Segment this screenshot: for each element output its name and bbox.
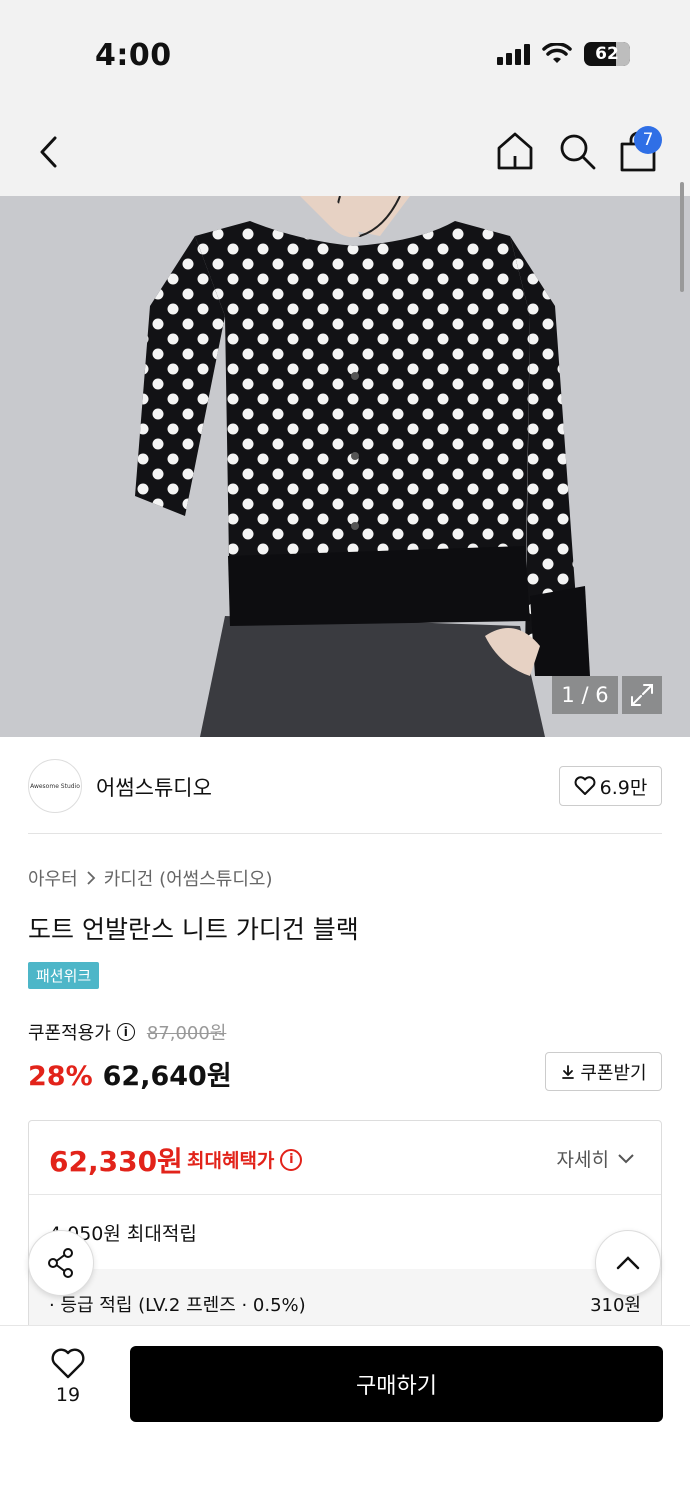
info-icon[interactable]: i bbox=[280, 1148, 303, 1171]
grade-points-label: · 등급 적립 (LV.2 프렌즈 · 0.5%) bbox=[49, 1295, 306, 1316]
back-arrow-icon[interactable] bbox=[30, 132, 70, 172]
divider bbox=[28, 833, 662, 834]
nav-bar bbox=[0, 110, 690, 196]
original-price: 87,000원 bbox=[146, 1023, 227, 1044]
details-label: 자세히 bbox=[556, 1149, 609, 1171]
expand-icon bbox=[631, 684, 653, 706]
status-icons: 62 bbox=[497, 42, 630, 66]
max-benefit-label-text: 최대혜택가 bbox=[187, 1150, 275, 1172]
signal-icon bbox=[497, 43, 530, 65]
status-time: 4:00 bbox=[95, 38, 172, 73]
buy-button[interactable]: 구매하기 bbox=[130, 1346, 663, 1422]
brand-like-count: 6.9만 bbox=[599, 776, 648, 799]
share-icon bbox=[48, 1248, 73, 1278]
brand-logo[interactable]: Awesome Studio bbox=[28, 759, 82, 813]
info-icon[interactable]: i bbox=[116, 1023, 135, 1041]
product-like-count: 19 bbox=[55, 1384, 81, 1406]
max-benefit-label: 최대혜택가 i bbox=[187, 1146, 303, 1173]
page-scrollbar[interactable] bbox=[680, 182, 684, 292]
home-icon[interactable] bbox=[494, 130, 536, 172]
max-benefit-price: 62,330원 bbox=[49, 1145, 183, 1178]
brand-row[interactable]: Awesome Studio 어썸스튜디오 6.9만 bbox=[0, 737, 690, 833]
chevron-right-icon bbox=[87, 871, 95, 885]
sale-price: 62,640원 bbox=[102, 1061, 232, 1092]
battery-level: 62 bbox=[595, 44, 619, 64]
grade-points-row: · 등급 적립 (LV.2 프렌즈 · 0.5%) 310원 bbox=[29, 1269, 661, 1329]
discount-rate: 28% bbox=[28, 1061, 93, 1092]
status-bar: 4:00 62 bbox=[0, 0, 690, 110]
download-icon bbox=[562, 1064, 575, 1079]
coupon-label-text: 쿠폰적용가 bbox=[28, 1023, 111, 1044]
brand-logo-text: Awesome Studio bbox=[30, 782, 80, 790]
cart-count-badge: 7 bbox=[634, 126, 662, 154]
heart-outline-icon bbox=[51, 1348, 85, 1379]
coupon-price-label: 쿠폰적용가 i 87,000원 bbox=[28, 1019, 226, 1045]
chevron-down-icon bbox=[618, 1153, 634, 1163]
search-icon[interactable] bbox=[556, 130, 598, 172]
breadcrumb-category[interactable]: 아우터 bbox=[28, 865, 78, 891]
expand-image-button[interactable] bbox=[622, 676, 662, 714]
benefit-box: 62,330원 최대혜택가 i 자세히 4,050원 최대적립 · 등급 적립 … bbox=[28, 1120, 662, 1340]
get-coupon-button[interactable]: 쿠폰받기 bbox=[545, 1052, 662, 1091]
product-image[interactable] bbox=[0, 196, 690, 737]
wifi-icon bbox=[542, 43, 572, 63]
chevron-up-icon bbox=[616, 1256, 640, 1270]
event-tag: 패션위크 bbox=[28, 962, 100, 989]
get-coupon-label: 쿠폰받기 bbox=[580, 1062, 647, 1084]
product-photo bbox=[0, 196, 690, 737]
product-title: 도트 언발란스 니트 가디건 블랙 bbox=[28, 915, 359, 944]
max-benefit-row[interactable]: 62,330원 최대혜택가 i 자세히 bbox=[29, 1121, 661, 1195]
share-button[interactable] bbox=[28, 1230, 94, 1296]
brand-like-button[interactable]: 6.9만 bbox=[559, 766, 662, 806]
battery-icon: 62 bbox=[584, 42, 630, 66]
scroll-top-button[interactable] bbox=[595, 1230, 661, 1296]
brand-name[interactable]: 어썸스튜디오 bbox=[96, 772, 212, 802]
details-toggle[interactable]: 자세히 bbox=[557, 1145, 635, 1172]
heart-outline-icon bbox=[574, 776, 596, 795]
breadcrumb-subcategory[interactable]: 카디건 (어썸스튜디오) bbox=[104, 865, 273, 891]
product-like-button[interactable]: 19 bbox=[40, 1348, 96, 1406]
breadcrumb: 아우터 카디건 (어썸스튜디오) bbox=[28, 865, 273, 891]
image-counter: 1 / 6 bbox=[552, 676, 618, 714]
bottom-bar: 19 구매하기 bbox=[0, 1325, 690, 1500]
price-row: 28% 62,640원 bbox=[28, 1054, 232, 1093]
